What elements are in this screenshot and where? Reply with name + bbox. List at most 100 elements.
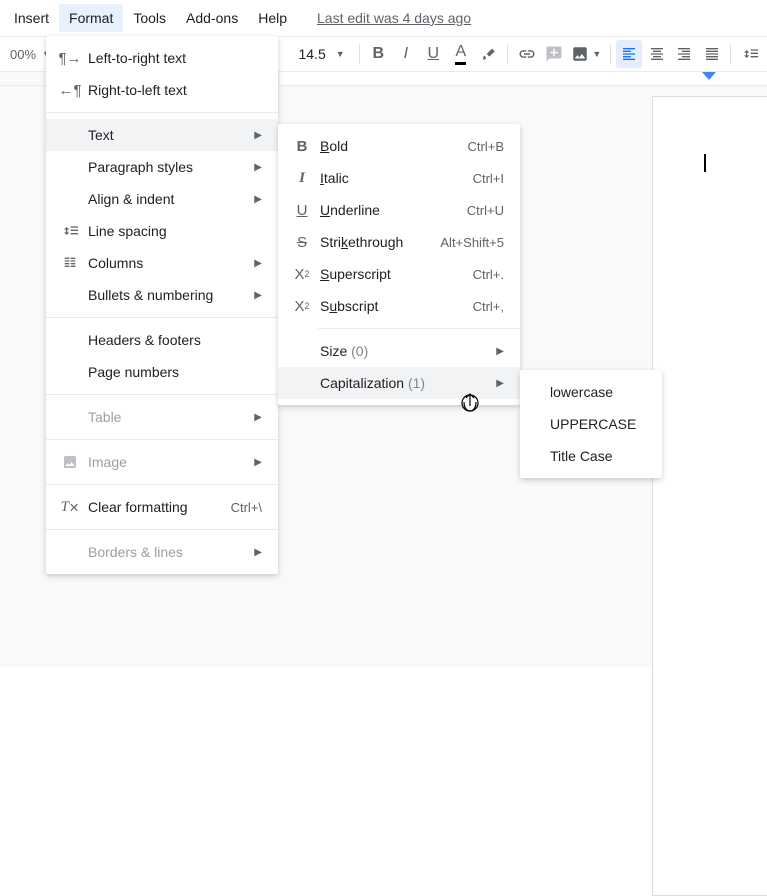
mi-label: Table xyxy=(82,409,254,425)
mi-label: Subscript xyxy=(314,298,473,314)
menu-format[interactable]: Format xyxy=(59,4,123,32)
mi-italic[interactable]: I Italic Ctrl+I xyxy=(278,162,520,194)
text-color-button[interactable]: A xyxy=(448,40,474,68)
mi-shortcut: Ctrl+, xyxy=(473,299,504,314)
zoom-value: 00% xyxy=(10,47,36,62)
mi-shortcut: Ctrl+I xyxy=(473,171,504,186)
mi-label: Headers & footers xyxy=(82,332,262,348)
superscript-icon: X2 xyxy=(290,266,314,283)
mi-shortcut: Ctrl+B xyxy=(468,139,504,154)
chevron-right-icon: ▶ xyxy=(254,130,262,141)
separator xyxy=(46,484,278,485)
align-left-icon xyxy=(621,46,637,62)
mi-bold[interactable]: B Bold Ctrl+B xyxy=(278,130,520,162)
align-right-icon xyxy=(676,46,692,62)
bold-button[interactable]: B xyxy=(366,40,392,68)
mi-bullets-numbering[interactable]: Bullets & numbering ▶ xyxy=(46,279,278,311)
underline-button[interactable]: U xyxy=(421,40,447,68)
format-menu: ¶→ Left-to-right text ←¶ Right-to-left t… xyxy=(46,36,278,574)
menu-addons[interactable]: Add-ons xyxy=(176,4,248,32)
chevron-right-icon: ▶ xyxy=(496,378,504,389)
mi-table: Table ▶ xyxy=(46,401,278,433)
caret-down-icon: ▼ xyxy=(592,49,601,59)
fontsize-select[interactable]: 14.5 ▼ xyxy=(290,46,352,62)
clear-format-icon: T✕ xyxy=(58,499,82,516)
mi-page-numbers[interactable]: Page numbers xyxy=(46,356,278,388)
mi-align-indent[interactable]: Align & indent ▶ xyxy=(46,183,278,215)
comment-plus-icon xyxy=(545,45,563,63)
mi-label: Borders & lines xyxy=(82,544,254,560)
separator xyxy=(46,317,278,318)
menu-help[interactable]: Help xyxy=(248,4,297,32)
italic-button[interactable]: I xyxy=(393,40,419,68)
link-icon xyxy=(518,45,536,63)
capitalization-submenu: lowercase UPPERCASE Title Case xyxy=(520,370,662,478)
line-spacing-icon xyxy=(58,223,82,239)
mi-strikethrough[interactable]: S Strikethrough Alt+Shift+5 xyxy=(278,226,520,258)
mi-capitalization[interactable]: Capitalization (1) ▶ xyxy=(278,367,520,399)
text-submenu: B Bold Ctrl+B I Italic Ctrl+I U Underlin… xyxy=(278,124,520,405)
mi-shortcut: Ctrl+\ xyxy=(231,500,262,515)
mi-label: Right-to-left text xyxy=(82,82,262,98)
mi-ltr-text[interactable]: ¶→ Left-to-right text xyxy=(46,42,278,74)
mi-label: Superscript xyxy=(314,266,473,282)
mi-shortcut: Ctrl+U xyxy=(467,203,504,218)
mi-uppercase[interactable]: UPPERCASE xyxy=(520,408,662,440)
align-center-button[interactable] xyxy=(644,40,670,68)
bold-icon: B xyxy=(290,138,314,155)
mi-headers-footers[interactable]: Headers & footers xyxy=(46,324,278,356)
mi-lowercase[interactable]: lowercase xyxy=(520,376,662,408)
mi-superscript[interactable]: X2 Superscript Ctrl+. xyxy=(278,258,520,290)
align-center-icon xyxy=(649,46,665,62)
mi-label: Strikethrough xyxy=(314,234,440,250)
chevron-right-icon: ▶ xyxy=(254,162,262,173)
insert-image-button[interactable]: ▼ xyxy=(569,40,604,68)
align-left-button[interactable] xyxy=(616,40,642,68)
last-edit-link[interactable]: Last edit was 4 days ago xyxy=(317,10,471,26)
mi-label: Left-to-right text xyxy=(82,50,262,66)
mi-rtl-text[interactable]: ←¶ Right-to-left text xyxy=(46,74,278,106)
highlight-button[interactable] xyxy=(476,40,502,68)
mi-image: Image ▶ xyxy=(46,446,278,478)
chevron-right-icon: ▶ xyxy=(254,547,262,558)
separator xyxy=(46,439,278,440)
mi-subscript[interactable]: X2 Subscript Ctrl+, xyxy=(278,290,520,322)
strikethrough-icon: S xyxy=(290,234,314,251)
mi-titlecase[interactable]: Title Case xyxy=(520,440,662,472)
add-comment-button[interactable] xyxy=(541,40,567,68)
columns-icon xyxy=(58,255,82,271)
mi-label: Title Case xyxy=(532,448,646,464)
image-icon xyxy=(571,45,589,63)
mi-text[interactable]: Text ▶ xyxy=(46,119,278,151)
ltr-icon: ¶→ xyxy=(58,50,82,67)
document-page[interactable] xyxy=(652,96,767,896)
mi-underline[interactable]: U Underline Ctrl+U xyxy=(278,194,520,226)
menu-tools[interactable]: Tools xyxy=(123,4,176,32)
underline-icon: U xyxy=(290,202,314,219)
chevron-right-icon: ▶ xyxy=(496,346,504,357)
mi-line-spacing[interactable]: Line spacing xyxy=(46,215,278,247)
mi-label: Bold xyxy=(314,138,468,154)
mi-label: Align & indent xyxy=(82,191,254,207)
mi-columns[interactable]: Columns ▶ xyxy=(46,247,278,279)
align-justify-button[interactable] xyxy=(699,40,725,68)
menu-insert[interactable]: Insert xyxy=(4,4,59,32)
line-spacing-button[interactable] xyxy=(737,40,763,68)
separator xyxy=(359,44,360,64)
italic-icon: I xyxy=(290,170,314,187)
mi-label: UPPERCASE xyxy=(532,416,646,432)
separator xyxy=(46,529,278,530)
separator xyxy=(318,328,520,329)
mi-clear-formatting[interactable]: T✕ Clear formatting Ctrl+\ xyxy=(46,491,278,523)
mi-label: Capitalization (1) xyxy=(314,375,496,391)
mi-label: Italic xyxy=(314,170,473,186)
highlighter-icon xyxy=(480,46,496,62)
image-icon xyxy=(58,454,82,470)
mi-label: Underline xyxy=(314,202,467,218)
mi-size[interactable]: Size (0) ▶ xyxy=(278,335,520,367)
insert-link-button[interactable] xyxy=(514,40,540,68)
mi-paragraph-styles[interactable]: Paragraph styles ▶ xyxy=(46,151,278,183)
mi-label: Bullets & numbering xyxy=(82,287,254,303)
chevron-right-icon: ▶ xyxy=(254,457,262,468)
align-right-button[interactable] xyxy=(671,40,697,68)
